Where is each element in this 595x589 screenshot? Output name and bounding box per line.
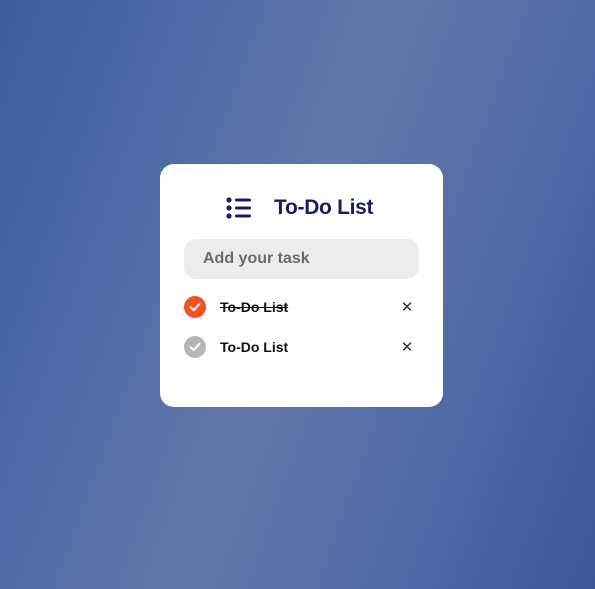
close-icon[interactable]: ✕: [397, 297, 417, 317]
task-item[interactable]: To-Do List ✕: [184, 295, 419, 319]
todo-header: To-Do List: [226, 196, 374, 220]
checkmark-icon: [189, 302, 201, 312]
todo-card: To-Do List To-Do List ✕ To-Do List ✕: [160, 164, 443, 407]
close-icon[interactable]: ✕: [397, 337, 417, 357]
task-checkbox-completed[interactable]: [184, 296, 206, 318]
task-label[interactable]: To-Do List: [220, 339, 288, 355]
task-checkbox[interactable]: [184, 336, 206, 358]
checkmark-icon: [189, 342, 201, 352]
task-item[interactable]: To-Do List ✕: [184, 335, 419, 359]
list-icon: [226, 197, 252, 219]
task-input[interactable]: [184, 239, 419, 279]
task-list: To-Do List ✕ To-Do List ✕: [184, 295, 419, 375]
page-title: To-Do List: [274, 196, 374, 219]
task-label[interactable]: To-Do List: [220, 299, 288, 315]
